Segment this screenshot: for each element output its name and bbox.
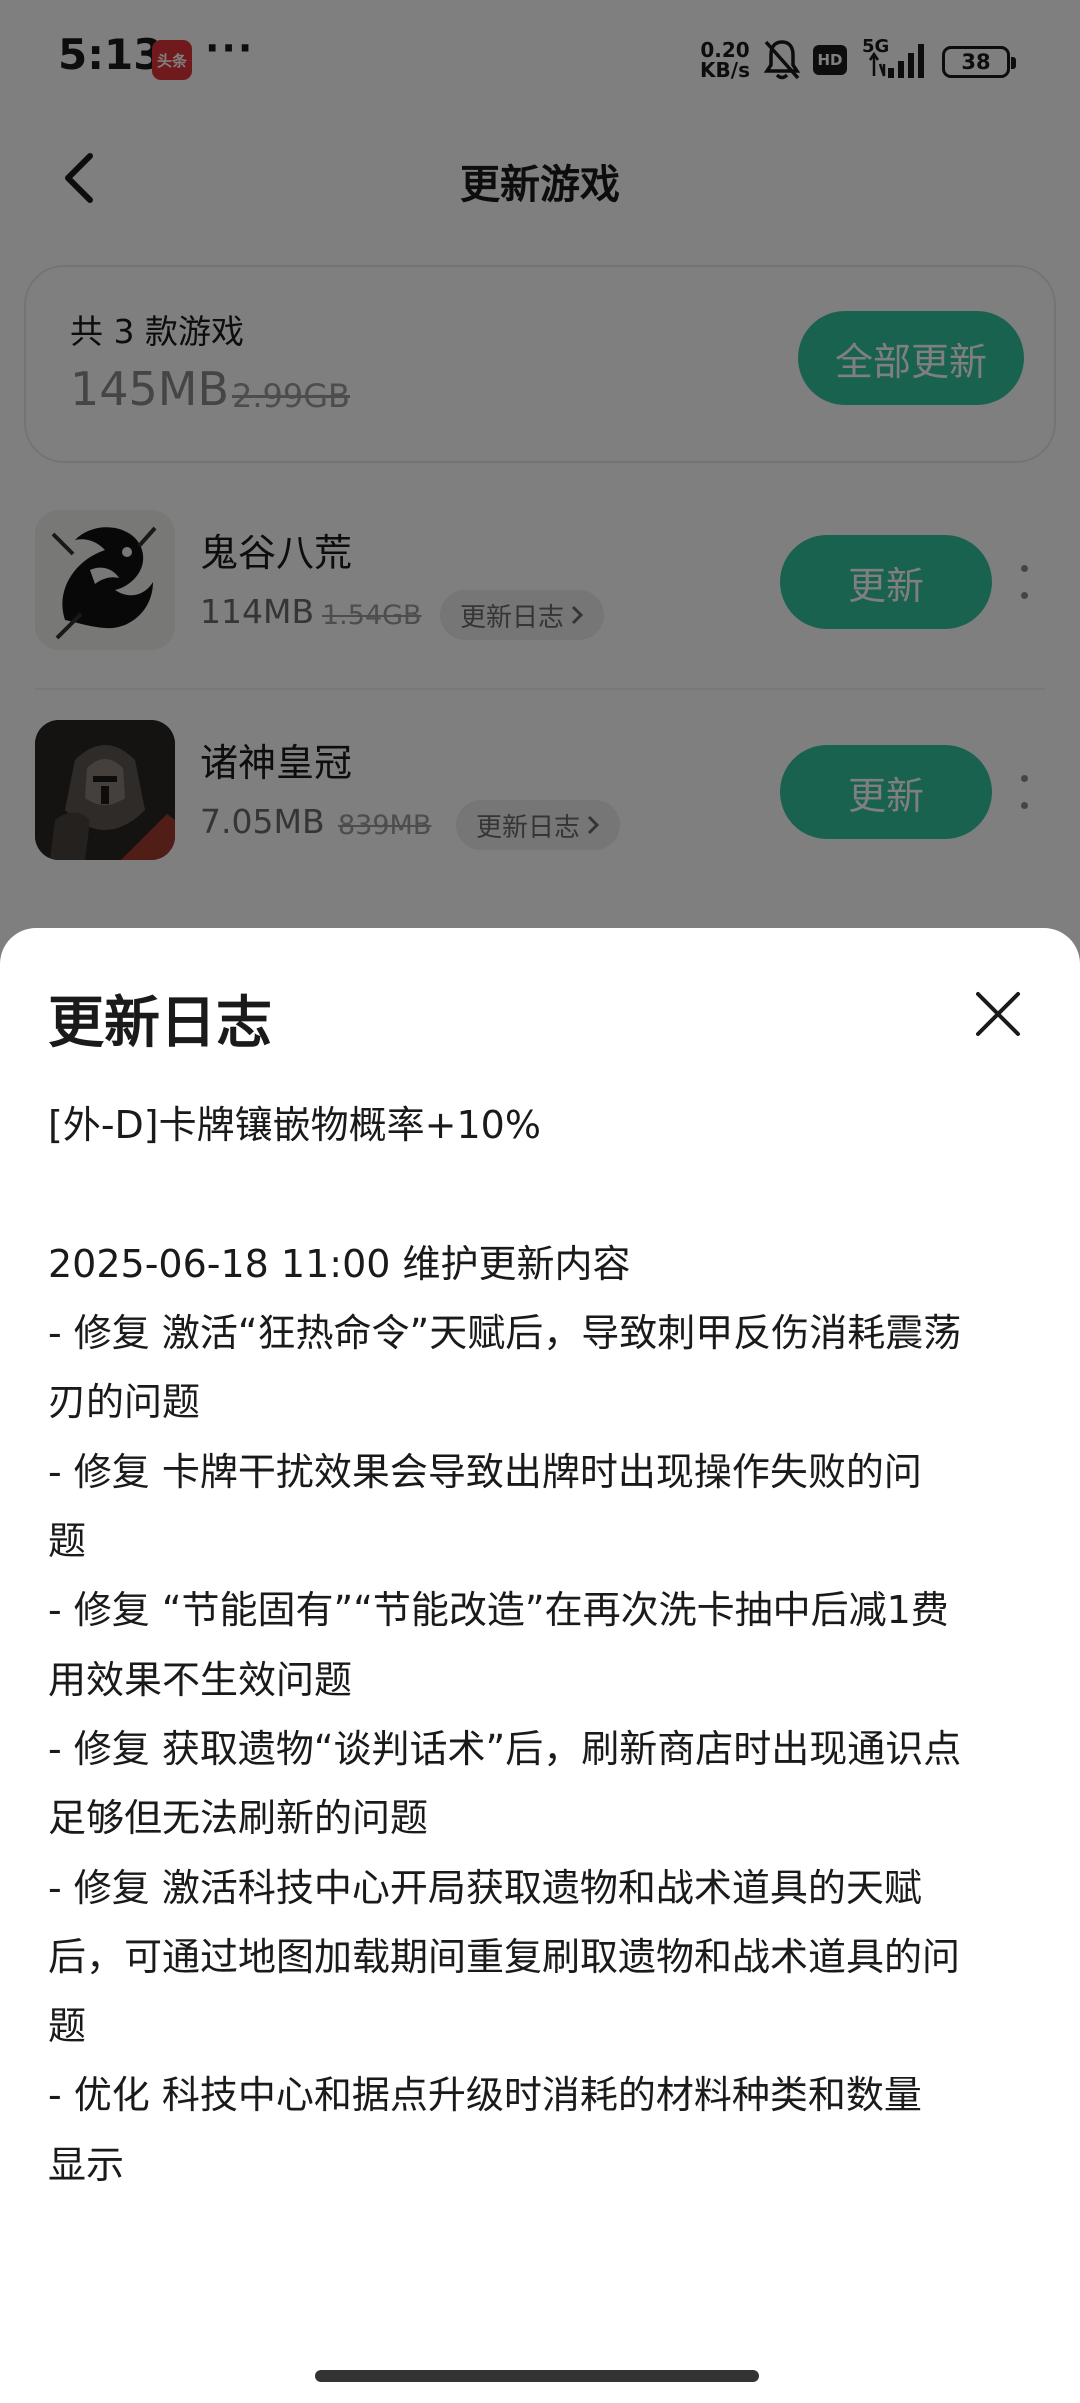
log-line: 足够但无法刷新的问题 bbox=[48, 1796, 429, 1841]
log-line: - 修复 激活“狂热命令”天赋后，导致刺甲反伤消耗震荡 bbox=[48, 1311, 962, 1356]
log-blank-line bbox=[48, 1161, 1038, 1230]
home-indicator[interactable] bbox=[315, 2370, 759, 2382]
sheet-title: 更新日志 bbox=[48, 991, 272, 1056]
log-line: 2025-06-18 11:00 维护更新内容 bbox=[48, 1241, 631, 1286]
close-icon bbox=[976, 992, 1020, 1036]
log-line: - 修复 卡牌干扰效果会导致出牌时出现操作失败的问 bbox=[48, 1449, 922, 1494]
log-line: [外-C]初始通识点+92 bbox=[48, 1078, 1038, 1091]
update-log-sheet: 更新日志 [外-C]初始通识点+92 [外-D]卡牌镶嵌物概率+10% 2025-0… bbox=[0, 928, 1080, 2403]
update-log-text: [外-C]初始通识点+92 [外-D]卡牌镶嵌物概率+10% 2025-06-18 … bbox=[48, 1078, 1038, 2200]
update-log-content[interactable]: [外-C]初始通识点+92 [外-D]卡牌镶嵌物概率+10% 2025-06-18 … bbox=[0, 1078, 1080, 2258]
log-line: [外-D]卡牌镶嵌物概率+10% bbox=[48, 1103, 541, 1148]
log-line: 用效果不生效问题 bbox=[48, 1657, 353, 1702]
log-line: 刃的问题 bbox=[48, 1380, 201, 1425]
log-line: 后，可通过地图加载期间重复刷取遗物和战术道具的问 bbox=[48, 1934, 961, 1979]
log-line: 显示 bbox=[48, 2142, 125, 2187]
log-line: - 修复 获取遗物“谈判话术”后，刷新商店时出现通识点 bbox=[48, 1726, 962, 1771]
log-line: - 优化 科技中心和据点升级时消耗的材料种类和数量 bbox=[48, 2073, 922, 2118]
log-line: - 修复 激活科技中心开局获取遗物和战术道具的天赋 bbox=[48, 1865, 922, 1910]
log-line: 题 bbox=[48, 2004, 87, 2049]
close-button[interactable] bbox=[968, 984, 1028, 1044]
log-line: 题 bbox=[48, 1519, 87, 1564]
log-line: - 修复 “节能固有”“节能改造”在再次洗卡抽中后减1费 bbox=[48, 1588, 949, 1633]
